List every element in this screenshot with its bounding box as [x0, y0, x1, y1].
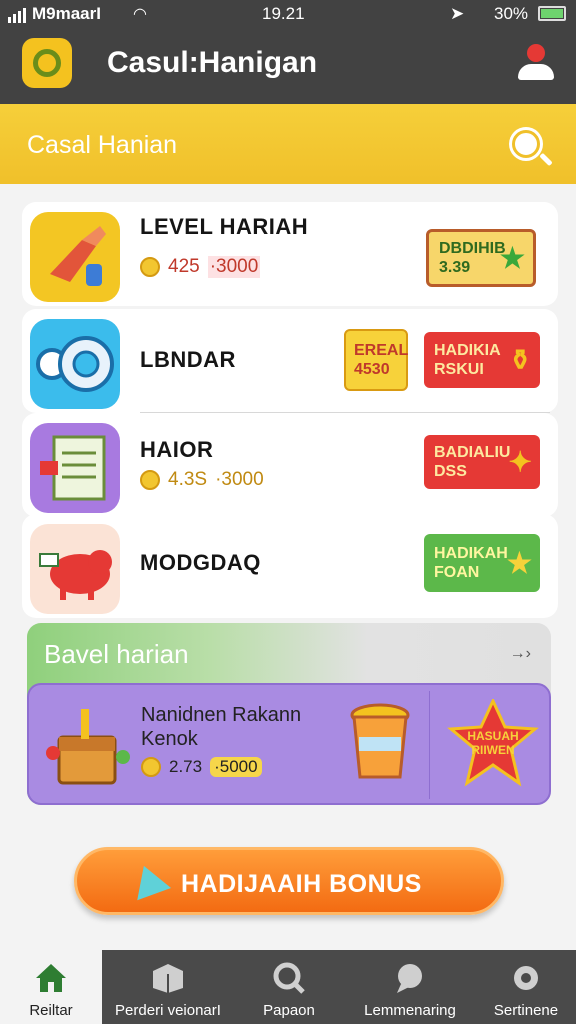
nav-label: Lemmenaring: [364, 1002, 456, 1019]
bottom-nav: Reiltar Perderi veionarI Papaon Lemmenar…: [0, 950, 576, 1024]
jar-icon: ⚱: [508, 344, 532, 376]
nav-label: Perderi veionarI: [115, 1002, 221, 1019]
bucket-icon: [345, 701, 415, 791]
tag-line1: EREAL: [354, 342, 409, 359]
magnifier-icon: [273, 962, 305, 994]
panel-item-line2: Kenok: [141, 728, 198, 750]
ticket-icon: ✦: [508, 446, 532, 478]
badge-icon[interactable]: HASUAH RIIWEN: [447, 697, 539, 789]
location-icon: ➤: [450, 4, 465, 23]
panel-meta: 2.73 ·5000: [141, 757, 262, 777]
home-icon: [36, 964, 66, 992]
box-icon: [153, 964, 183, 993]
carrier-name: M9maarI: [32, 4, 101, 23]
wifi-icon: ◠: [133, 6, 147, 23]
panel-item-title: Nanidnen Rakann Kenok: [141, 703, 301, 751]
row-title: MODGDAQ: [140, 550, 261, 575]
badge-line1: HASUAH: [467, 729, 519, 743]
nav-rewards[interactable]: Perderi veionarI: [108, 950, 228, 1024]
list-item-haior[interactable]: HAIOR 4.3S ·3000 BADIALIU DSS ✦: [22, 413, 558, 517]
reward-tag[interactable]: HADIKAH FOAN ★: [424, 534, 540, 592]
row-meta: 4.3S ·3000: [140, 469, 264, 491]
row-meta: 425 ·3000: [140, 256, 261, 278]
level-panel: Bavel harian →› Nanidnen Rakann Kenok 2.…: [27, 623, 551, 805]
tag-line2: FOAN: [434, 564, 480, 581]
list-item-level-hariah[interactable]: LEVEL HARIAH 425 ·3000 DBDIHIB 3.39 ★: [22, 202, 558, 306]
row-meta-value: 425: [168, 256, 200, 277]
battery-percent: 30%: [494, 4, 529, 23]
panel-divider: [429, 691, 430, 799]
coin-icon: [140, 470, 160, 490]
nav-learning[interactable]: Lemmenaring: [350, 950, 470, 1024]
panel-item-line1: Nanidnen Rakann: [141, 704, 302, 726]
disc-icon: [30, 319, 120, 409]
nav-label: Reiltar: [29, 1002, 73, 1019]
level-panel-item[interactable]: Nanidnen Rakann Kenok 2.73 ·5000 HASUAH …: [27, 683, 551, 805]
reward-tag-points[interactable]: EREAL 4530: [344, 329, 408, 391]
coin-icon: [140, 257, 160, 277]
badge-line2: RIIWEN: [471, 743, 515, 757]
reward-tag[interactable]: DBDIHIB 3.39 ★: [426, 229, 536, 287]
bonus-button-label: HADIJAAIH BONUS: [181, 870, 422, 898]
nav-label: Sertinene: [493, 1002, 559, 1019]
chat-bubble-icon: [397, 964, 422, 993]
paper-plane-icon: [126, 859, 172, 901]
coin-icon: [141, 757, 161, 777]
app-title: Casul:Hanigan: [107, 46, 318, 79]
app-logo-icon: [22, 38, 72, 88]
row-meta-target: ·3000: [207, 256, 261, 278]
tag-line1: BADIALIU: [434, 444, 511, 461]
nav-search[interactable]: Papaon: [236, 950, 342, 1024]
reward-tag[interactable]: BADIALIU DSS ✦: [424, 435, 540, 489]
tag-line2: 3.39: [439, 259, 471, 276]
list-item-lbndar[interactable]: LBNDAR EREAL 4530 HADIKIA RSKUI ⚱: [22, 309, 558, 413]
document-icon: [30, 423, 120, 513]
star-icon: ★: [506, 547, 532, 579]
row-meta-value: 4.3S: [168, 469, 208, 490]
signal-icon: [8, 8, 26, 23]
pig-icon: [30, 524, 120, 614]
tag-line1: HADIKAH: [434, 545, 508, 562]
section-banner: Casal Hanian: [0, 104, 576, 184]
nav-home[interactable]: Reiltar: [0, 950, 102, 1024]
reward-tag-bonus[interactable]: HADIKIA RSKUI ⚱: [424, 332, 540, 388]
panel-title: Bavel harian: [44, 639, 189, 669]
row-title: LEVEL HARIAH: [140, 214, 309, 239]
star-icon: ★: [499, 242, 525, 274]
profile-icon[interactable]: [518, 44, 554, 84]
tag-line1: DBDIHIB: [439, 240, 506, 257]
sword-icon: [30, 212, 120, 302]
app-bar: Casul:Hanigan: [0, 30, 576, 104]
nav-label: Papaon: [263, 1002, 315, 1019]
tag-line2: 4530: [354, 361, 390, 378]
panel-meta-value: 2.73: [169, 757, 203, 776]
banner-title: Casal Hanian: [27, 131, 178, 159]
status-bar: M9maarI ◠ 19.21 ➤ 30%: [0, 0, 576, 30]
tag-line2: DSS: [434, 463, 467, 480]
tag-line2: RSKUI: [434, 361, 484, 378]
search-icon[interactable]: [512, 130, 540, 158]
row-title: HAIOR: [140, 437, 214, 462]
tag-line1: HADIKIA: [434, 342, 501, 359]
row-title: LBNDAR: [140, 347, 236, 372]
nav-settings[interactable]: Sertinene: [476, 950, 576, 1024]
battery-icon: [538, 6, 566, 21]
status-time: 19.21: [262, 4, 305, 23]
panel-more-arrow[interactable]: →›: [510, 645, 531, 663]
row-meta-target: ·3000: [215, 469, 264, 490]
list-item-modgdaq[interactable]: MODGDAQ HADIKAH FOAN ★: [22, 514, 558, 618]
bonus-button[interactable]: HADIJAAIH BONUS: [74, 847, 504, 915]
treasure-chest-icon: [37, 695, 133, 795]
gear-icon: [514, 966, 538, 990]
panel-meta-target: ·5000: [210, 757, 262, 777]
